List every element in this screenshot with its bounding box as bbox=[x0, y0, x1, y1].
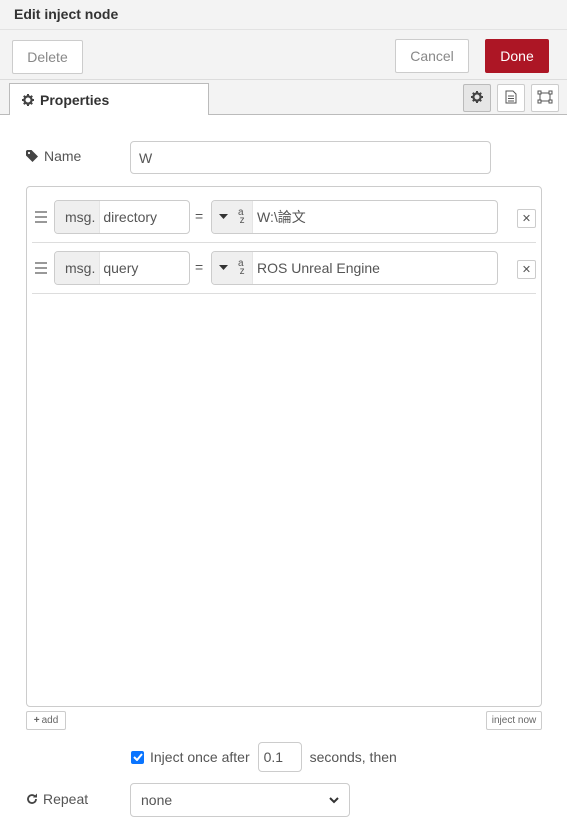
close-icon: ✕ bbox=[521, 213, 532, 225]
appearance-frame-icon bbox=[537, 90, 553, 107]
dialog-toolbar: Delete Cancel Done bbox=[0, 30, 567, 80]
remove-row-button[interactable]: ✕ bbox=[517, 260, 536, 279]
list-item: msg. query = a z ROS Unreal Engine ✕ bbox=[32, 243, 536, 294]
caret-down-icon bbox=[219, 265, 229, 270]
inject-once-label: Inject once after bbox=[150, 749, 250, 765]
document-icon bbox=[505, 90, 517, 107]
gear-icon bbox=[22, 94, 34, 106]
name-label: Name bbox=[26, 148, 81, 164]
property-list: msg. directory = a z W:\論文 ✕ msg. query … bbox=[26, 186, 542, 707]
add-button[interactable]: + add bbox=[26, 711, 66, 730]
description-tab-button[interactable] bbox=[497, 84, 525, 112]
repeat-select[interactable]: none bbox=[130, 783, 350, 817]
dialog-title: Edit inject node bbox=[0, 0, 567, 30]
properties-panel: Name W msg. directory = a z W:\論文 ✕ msg.… bbox=[0, 115, 567, 837]
property-name: query bbox=[103, 260, 139, 276]
check-icon bbox=[132, 753, 143, 761]
appearance-tab-button[interactable] bbox=[531, 84, 559, 112]
close-icon: ✕ bbox=[521, 264, 532, 276]
chevron-down-icon bbox=[329, 796, 339, 803]
equals-sign: = bbox=[195, 259, 204, 275]
delete-button[interactable]: Delete bbox=[12, 40, 83, 74]
repeat-icon bbox=[26, 793, 38, 805]
name-input[interactable]: W bbox=[130, 141, 491, 174]
value-input[interactable]: a z W:\論文 bbox=[211, 200, 498, 234]
tab-properties-label: Properties bbox=[40, 92, 110, 108]
seconds-input[interactable]: 0.1 bbox=[257, 742, 302, 772]
tag-icon bbox=[26, 150, 39, 162]
property-input[interactable]: msg. directory bbox=[54, 200, 190, 234]
value-text: W:\論文 bbox=[257, 209, 306, 225]
inject-once-checkbox[interactable] bbox=[131, 750, 144, 764]
gear-icon bbox=[471, 90, 483, 106]
property-name: directory bbox=[103, 209, 158, 225]
value-input[interactable]: a z ROS Unreal Engine bbox=[211, 251, 498, 285]
equals-sign: = bbox=[195, 208, 204, 224]
settings-tab-button[interactable] bbox=[463, 84, 491, 112]
msg-prefix: msg. bbox=[55, 201, 101, 233]
tab-properties[interactable]: Properties bbox=[9, 83, 209, 116]
drag-handle-icon[interactable] bbox=[35, 211, 47, 226]
tab-bar: Properties bbox=[0, 80, 567, 116]
msg-prefix: msg. bbox=[55, 252, 101, 284]
repeat-label: Repeat bbox=[26, 791, 88, 807]
type-selector[interactable]: a z bbox=[212, 252, 253, 284]
property-input[interactable]: msg. query bbox=[54, 251, 190, 285]
az-string-icon: a z bbox=[236, 258, 245, 277]
done-button[interactable]: Done bbox=[485, 39, 549, 73]
cancel-button[interactable]: Cancel bbox=[395, 39, 469, 73]
inject-now-button[interactable]: inject now bbox=[486, 711, 542, 730]
list-item: msg. directory = a z W:\論文 ✕ bbox=[32, 192, 536, 243]
az-string-icon: a z bbox=[236, 207, 245, 226]
plus-icon: + bbox=[33, 715, 40, 726]
remove-row-button[interactable]: ✕ bbox=[517, 209, 536, 228]
seconds-suffix: seconds, then bbox=[309, 749, 397, 765]
caret-down-icon bbox=[219, 214, 229, 219]
type-selector[interactable]: a z bbox=[212, 201, 253, 233]
inject-once-row: Inject once after 0.1 seconds, then bbox=[131, 742, 397, 772]
value-text: ROS Unreal Engine bbox=[257, 260, 380, 276]
drag-handle-icon[interactable] bbox=[35, 262, 47, 277]
